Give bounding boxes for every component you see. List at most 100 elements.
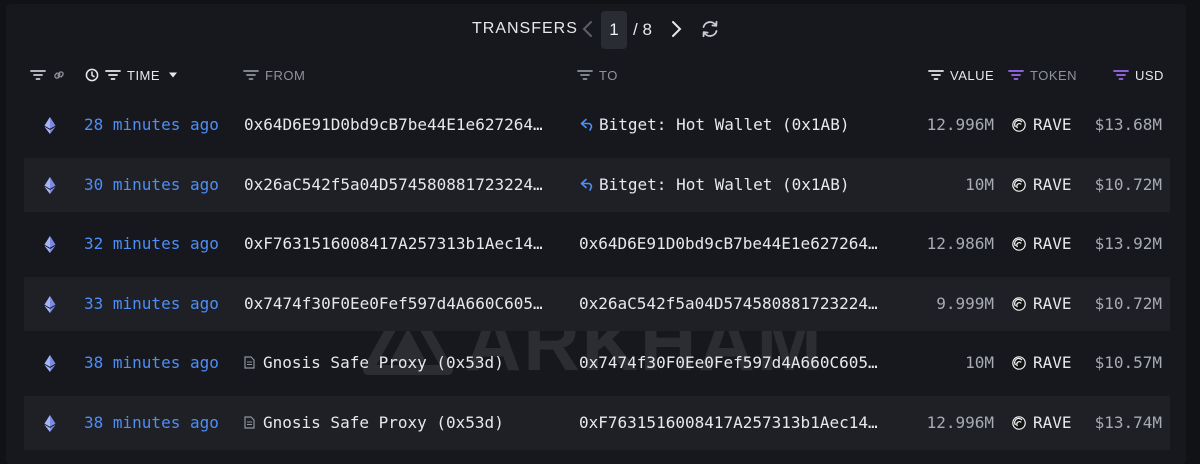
column-header-to[interactable]: TO xyxy=(577,66,618,84)
from-label: 0x7474f30F0Ee0Fef597d4A660C605… xyxy=(244,293,543,313)
transfers-header: TRANSFERS 1 / 8 xyxy=(0,10,1200,50)
contract-document-icon xyxy=(244,415,255,429)
token-symbol: RAVE xyxy=(1033,234,1072,253)
rave-token-icon xyxy=(1012,415,1026,430)
from-address[interactable]: Gnosis Safe Proxy (0x53d) xyxy=(244,336,564,390)
column-label-time: TIME xyxy=(127,67,161,83)
from-address[interactable]: Gnosis Safe Proxy (0x53d) xyxy=(244,396,564,450)
column-header-time[interactable]: TIME xyxy=(85,66,178,84)
filter-icon[interactable] xyxy=(105,69,121,81)
table-row[interactable]: 38 minutes ago Gnosis Safe Proxy (0x53d)… xyxy=(24,336,1170,390)
total-pages: / 8 xyxy=(633,20,652,39)
transfer-value: 10M xyxy=(965,353,994,372)
clock-icon xyxy=(85,68,99,82)
rave-token-icon xyxy=(1012,356,1026,370)
filter-icon[interactable] xyxy=(577,69,593,81)
column-label-value: VALUE xyxy=(950,67,995,83)
table-row[interactable]: 30 minutes ago 0x26aC542f5a04D5745808817… xyxy=(24,157,1170,212)
to-address[interactable]: 0x26aC542f5a04D574580881723224… xyxy=(579,277,897,331)
transfer-time-link[interactable]: 38 minutes ago xyxy=(84,396,219,450)
token-cell[interactable]: RAVE xyxy=(1012,98,1072,152)
to-address[interactable]: 0x7474f30F0Ee0Fef597d4A660C605… xyxy=(579,336,897,390)
transfer-usd-value: $13.68M xyxy=(1094,115,1162,134)
rave-token-icon xyxy=(1012,177,1026,192)
transfer-value: 9.999M xyxy=(936,293,994,313)
from-label: Gnosis Safe Proxy (0x53d) xyxy=(263,353,504,372)
from-label: 0x26aC542f5a04D574580881723224… xyxy=(244,174,543,194)
transfer-usd-value: $10.57M xyxy=(1094,353,1162,372)
current-page-indicator[interactable]: 1 xyxy=(601,11,627,49)
column-header-token[interactable]: TOKEN xyxy=(1008,66,1077,84)
from-label: 0x64D6E91D0bd9cB7be44E1e627264… xyxy=(244,115,543,134)
transfer-value: 12.996M xyxy=(926,412,994,432)
token-cell[interactable]: RAVE xyxy=(1012,277,1072,331)
filter-icon[interactable] xyxy=(928,69,944,81)
transfers-title: TRANSFERS xyxy=(472,20,578,37)
from-address[interactable]: 0xF7631516008417A257313b1Aec14… xyxy=(244,217,564,271)
to-label: Bitget: Hot Wallet (0x1AB) xyxy=(599,115,850,134)
to-address[interactable]: 0xF7631516008417A257313b1Aec14… xyxy=(579,396,897,450)
ethereum-icon[interactable] xyxy=(44,414,56,432)
rave-token-icon xyxy=(1012,237,1026,251)
transfer-value: 10M xyxy=(965,174,994,194)
exchange-arrows-icon xyxy=(580,118,593,131)
token-symbol: RAVE xyxy=(1033,115,1072,134)
rave-token-icon xyxy=(1012,118,1026,132)
token-symbol: RAVE xyxy=(1033,412,1072,432)
chevron-right-icon[interactable] xyxy=(668,18,684,40)
filter-link-header[interactable] xyxy=(30,66,66,84)
table-row[interactable]: 32 minutes ago 0xF7631516008417A257313b1… xyxy=(24,217,1170,271)
to-address[interactable]: Bitget: Hot Wallet (0x1AB) xyxy=(579,158,897,212)
from-address[interactable]: 0x64D6E91D0bd9cB7be44E1e627264… xyxy=(244,98,564,152)
transfer-time-link[interactable]: 33 minutes ago xyxy=(84,277,219,331)
column-header-from[interactable]: FROM xyxy=(243,66,305,84)
to-label: Bitget: Hot Wallet (0x1AB) xyxy=(599,174,850,194)
ethereum-icon[interactable] xyxy=(44,117,56,134)
filter-icon[interactable] xyxy=(1113,69,1129,81)
filter-icon[interactable] xyxy=(1008,69,1024,81)
sort-desc-icon[interactable] xyxy=(168,71,178,79)
column-header-value[interactable]: VALUE xyxy=(928,66,994,84)
table-row[interactable]: 38 minutes ago Gnosis Safe Proxy (0x53d)… xyxy=(24,395,1170,450)
filter-icon[interactable] xyxy=(30,69,46,81)
column-header-usd[interactable]: USD xyxy=(1113,66,1164,84)
to-label: 0x64D6E91D0bd9cB7be44E1e627264… xyxy=(579,234,878,253)
to-label: 0x26aC542f5a04D574580881723224… xyxy=(579,293,878,313)
column-label-to: TO xyxy=(599,67,618,83)
transfer-time-link[interactable]: 28 minutes ago xyxy=(84,98,219,152)
transfer-time-link[interactable]: 32 minutes ago xyxy=(84,217,219,271)
to-label: 0xF7631516008417A257313b1Aec14… xyxy=(579,412,878,432)
to-address[interactable]: 0x64D6E91D0bd9cB7be44E1e627264… xyxy=(579,217,897,271)
from-address[interactable]: 0x26aC542f5a04D574580881723224… xyxy=(244,158,564,212)
from-address[interactable]: 0x7474f30F0Ee0Fef597d4A660C605… xyxy=(244,277,564,331)
ethereum-icon[interactable] xyxy=(44,355,56,372)
token-cell[interactable]: RAVE xyxy=(1012,158,1072,212)
contract-document-icon xyxy=(244,356,255,369)
chevron-left-icon[interactable] xyxy=(580,18,596,40)
filter-icon[interactable] xyxy=(243,69,259,81)
transfer-time-link[interactable]: 30 minutes ago xyxy=(84,158,219,212)
rave-token-icon xyxy=(1012,296,1026,311)
transfer-time-link[interactable]: 38 minutes ago xyxy=(84,336,219,390)
token-cell[interactable]: RAVE xyxy=(1012,217,1072,271)
column-label-token: TOKEN xyxy=(1030,67,1078,83)
link-icon[interactable] xyxy=(52,68,66,82)
table-row[interactable]: 33 minutes ago 0x7474f30F0Ee0Fef597d4A66… xyxy=(24,276,1170,331)
column-label-from: FROM xyxy=(265,67,306,83)
from-label: Gnosis Safe Proxy (0x53d) xyxy=(263,412,504,432)
token-cell[interactable]: RAVE xyxy=(1012,336,1072,390)
transfer-usd-value: $10.72M xyxy=(1094,174,1162,194)
transfer-usd-value: $13.92M xyxy=(1094,234,1162,253)
refresh-icon[interactable] xyxy=(700,19,720,39)
to-address[interactable]: Bitget: Hot Wallet (0x1AB) xyxy=(579,98,897,152)
transfer-usd-value: $10.72M xyxy=(1094,293,1162,313)
token-cell[interactable]: RAVE xyxy=(1012,396,1072,450)
ethereum-icon[interactable] xyxy=(44,176,56,194)
table-row[interactable]: 28 minutes ago 0x64D6E91D0bd9cB7be44E1e6… xyxy=(24,98,1170,152)
ethereum-icon[interactable] xyxy=(44,236,56,253)
transfer-value: 12.986M xyxy=(926,234,994,253)
from-label: 0xF7631516008417A257313b1Aec14… xyxy=(244,234,543,253)
token-symbol: RAVE xyxy=(1033,174,1072,194)
ethereum-icon[interactable] xyxy=(44,295,56,313)
token-symbol: RAVE xyxy=(1033,353,1072,372)
